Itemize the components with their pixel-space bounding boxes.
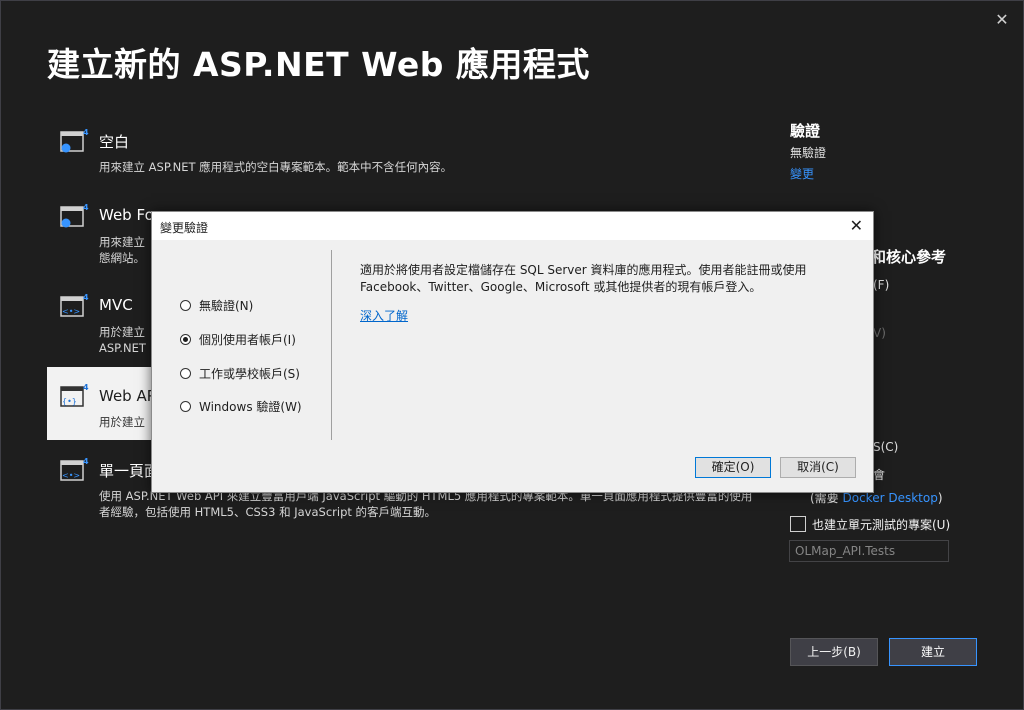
page-title: 建立新的 ASP.NET Web 應用程式 — [47, 45, 590, 84]
back-button[interactable]: 上一步(B) — [790, 638, 878, 666]
auth-heading: 驗證 — [790, 122, 821, 140]
dialog-close-icon[interactable]: ✕ — [850, 216, 863, 235]
svg-text:4: 4 — [83, 203, 89, 212]
svg-text:<•>: <•> — [62, 307, 80, 316]
svg-text:4: 4 — [83, 293, 89, 302]
auth-change-link[interactable]: 變更 — [790, 165, 814, 182]
auth-option-work-school[interactable]: 工作或學校帳戶(S) — [180, 364, 300, 382]
project-webforms-icon: 4 — [60, 203, 89, 228]
close-icon[interactable]: ✕ — [992, 10, 1012, 30]
auth-option-label: Windows 驗證(W) — [199, 399, 302, 414]
unit-test-checkbox[interactable] — [790, 516, 806, 532]
docker-desktop-link[interactable]: Docker Desktop — [843, 491, 938, 505]
reference-option-f[interactable]: (F) — [873, 278, 889, 292]
docker-option-text: 會 — [873, 468, 886, 482]
auth-option-individual[interactable]: 個別使用者帳戶(I) — [180, 330, 296, 348]
template-desc: 用來建立 ASP.NET 應用程式的空白專案範本。範本中不含任何內容。 — [99, 160, 453, 174]
radio-button[interactable] — [180, 367, 191, 379]
radio-button[interactable] — [180, 299, 191, 311]
dialog-divider — [331, 250, 332, 440]
template-item-empty[interactable]: 4 空白 用來建立 ASP.NET 應用程式的空白專案範本。範本中不含任何內容。 — [47, 127, 757, 187]
unit-test-label: 也建立單元測試的專案(U) — [812, 518, 951, 532]
project-empty-icon: 4 — [60, 128, 89, 153]
create-button[interactable]: 建立 — [889, 638, 977, 666]
dialog-titlebar: 變更驗證 ✕ — [152, 212, 873, 240]
svg-text:{•}: {•} — [62, 397, 77, 406]
svg-text:<•>: <•> — [62, 471, 80, 480]
auth-option-label: 個別使用者帳戶(I) — [199, 332, 296, 347]
svg-text:4: 4 — [83, 128, 89, 137]
ok-button[interactable]: 確定(O) — [695, 457, 771, 478]
template-name: 空白 — [99, 133, 130, 151]
auth-option-label: 無驗證(N) — [199, 298, 254, 313]
auth-description: 適用於將使用者設定檔儲存在 SQL Server 資料庫的應用程式。使用者能註冊… — [360, 263, 807, 294]
reference-option-v: V) — [873, 326, 886, 340]
dialog-title: 變更驗證 — [160, 221, 209, 235]
reference-heading: 和核心參考 — [871, 248, 947, 266]
project-webapi-icon: {•} 4 — [60, 383, 89, 407]
template-name: 單一頁面 — [99, 462, 160, 480]
auth-option-none[interactable]: 無驗證(N) — [180, 296, 253, 314]
learn-more-link[interactable]: 深入了解 — [360, 307, 408, 324]
template-name: Web Fo — [99, 206, 154, 224]
auth-value: 無驗證 — [790, 146, 827, 160]
auth-option-label: 工作或學校帳戶(S) — [199, 366, 300, 381]
docker-option[interactable]: S(C) — [873, 440, 898, 454]
change-auth-dialog: 變更驗證 ✕ 無驗證(N) 個別使用者帳戶(I) 工作或學校帳戶(S) Wind… — [151, 211, 874, 493]
template-name: MVC — [99, 296, 133, 314]
svg-text:4: 4 — [83, 457, 89, 466]
auth-option-windows[interactable]: Windows 驗證(W) — [180, 397, 302, 415]
unit-test-project-field[interactable]: OLMap_API.Tests — [789, 540, 949, 562]
svg-text:4: 4 — [83, 383, 89, 392]
project-spa-icon: <•> 4 — [60, 457, 89, 481]
radio-button-selected[interactable] — [180, 333, 191, 345]
project-mvc-icon: <•> 4 — [60, 293, 89, 317]
cancel-button[interactable]: 取消(C) — [780, 457, 856, 478]
radio-button[interactable] — [180, 400, 191, 412]
template-name: Web AP — [99, 387, 156, 405]
